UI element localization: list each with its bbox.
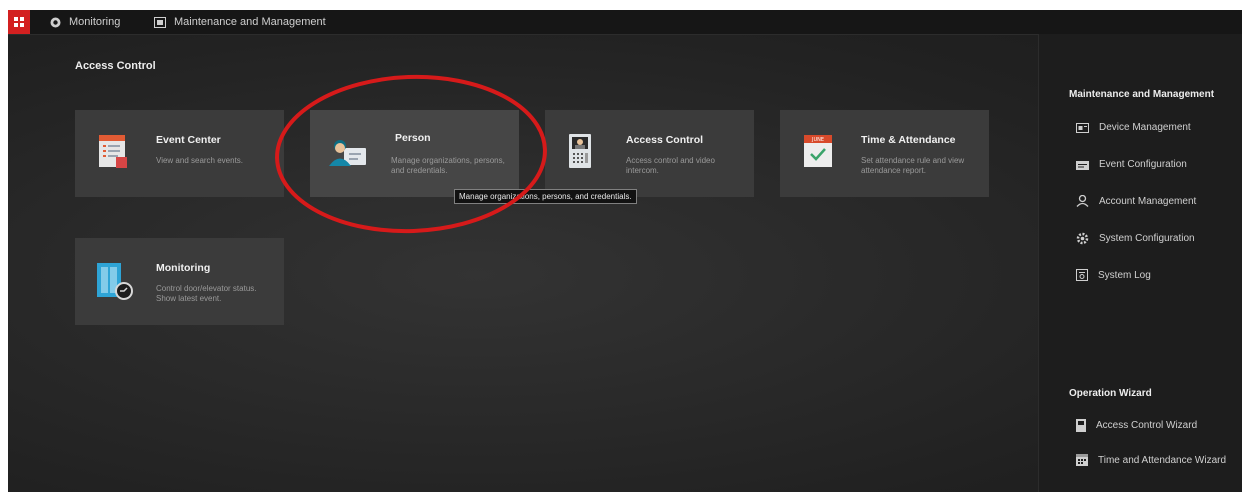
device-icon xyxy=(1076,122,1089,133)
maintenance-section-title: Maintenance and Management xyxy=(1069,89,1215,100)
calendar-month-label: JUNE xyxy=(811,137,824,143)
card-desc: Manage organizations, persons, and crede… xyxy=(391,156,505,175)
right-panel: Maintenance and Management Device Manage… xyxy=(1038,34,1242,492)
rp-item-label: Time and Attendance Wizard xyxy=(1098,454,1227,466)
rp-time-attendance-wizard[interactable]: Time and Attendance Wizard xyxy=(1076,454,1226,466)
card-desc: Access control and video intercom. xyxy=(626,156,715,175)
rp-device-management[interactable]: Device Management xyxy=(1076,122,1191,133)
rp-event-configuration[interactable]: Event Configuration xyxy=(1076,159,1187,170)
card-time-attendance[interactable]: JUNE Time & Attendance Set attendance ru… xyxy=(780,110,989,197)
event-config-icon xyxy=(1076,160,1089,170)
rp-system-log[interactable]: System Log xyxy=(1076,269,1151,281)
maintenance-icon xyxy=(154,16,166,28)
monitoring-camera-icon xyxy=(50,17,61,27)
card-event-center[interactable]: Event Center View and search events. xyxy=(75,110,284,197)
access-control-intercom-icon xyxy=(569,134,591,168)
rp-access-control-wizard[interactable]: Access Control Wizard xyxy=(1076,419,1197,432)
rp-system-configuration[interactable]: System Configuration xyxy=(1076,232,1195,245)
card-monitoring[interactable]: Monitoring Control door/elevator status.… xyxy=(75,238,284,325)
section-title-access-control: Access Control xyxy=(75,60,156,72)
card-desc: Set attendance rule and view attendance … xyxy=(861,156,965,175)
attendance-wizard-icon xyxy=(1076,454,1088,466)
rp-item-label: Account Management xyxy=(1099,195,1197,207)
gear-icon xyxy=(1076,232,1089,245)
app-window: Monitoring Maintenance and Management Ac… xyxy=(8,10,1242,492)
card-person[interactable]: Person Manage organizations, persons, an… xyxy=(310,110,519,197)
nav-maintenance[interactable]: Maintenance and Management xyxy=(154,10,326,34)
card-access-control[interactable]: Access Control Access control and video … xyxy=(545,110,754,197)
person-tooltip: Manage organizations, persons, and crede… xyxy=(454,189,637,204)
home-button[interactable] xyxy=(8,10,30,34)
card-desc: View and search events. xyxy=(156,156,244,165)
card-desc: Control door/elevator status. Show lates… xyxy=(156,284,257,303)
card-title: Access Control xyxy=(626,134,704,146)
door-monitoring-icon xyxy=(97,263,133,300)
top-nav-bar: Monitoring Maintenance and Management xyxy=(8,10,1242,35)
operation-wizard-title: Operation Wizard xyxy=(1069,388,1152,399)
rp-account-management[interactable]: Account Management xyxy=(1076,195,1196,207)
rp-item-label: System Log xyxy=(1098,269,1151,281)
user-icon xyxy=(1076,195,1089,207)
rp-item-label: Access Control Wizard xyxy=(1096,420,1198,431)
person-icon xyxy=(329,140,366,166)
event-center-icon xyxy=(99,135,127,168)
card-title: Time & Attendance xyxy=(861,134,956,146)
app-grid-icon xyxy=(14,17,24,27)
log-icon xyxy=(1076,269,1088,281)
nav-monitoring[interactable]: Monitoring xyxy=(50,10,120,34)
nav-maintenance-label: Maintenance and Management xyxy=(174,16,326,28)
rp-item-label: System Configuration xyxy=(1099,233,1195,244)
card-title: Event Center xyxy=(156,134,221,146)
rp-item-label: Event Configuration xyxy=(1099,159,1187,170)
calendar-icon: JUNE xyxy=(804,135,832,167)
rp-item-label: Device Management xyxy=(1099,122,1191,133)
card-title: Person xyxy=(395,132,431,144)
card-title: Monitoring xyxy=(156,262,211,274)
nav-monitoring-label: Monitoring xyxy=(69,16,121,28)
access-wizard-icon xyxy=(1076,419,1086,432)
